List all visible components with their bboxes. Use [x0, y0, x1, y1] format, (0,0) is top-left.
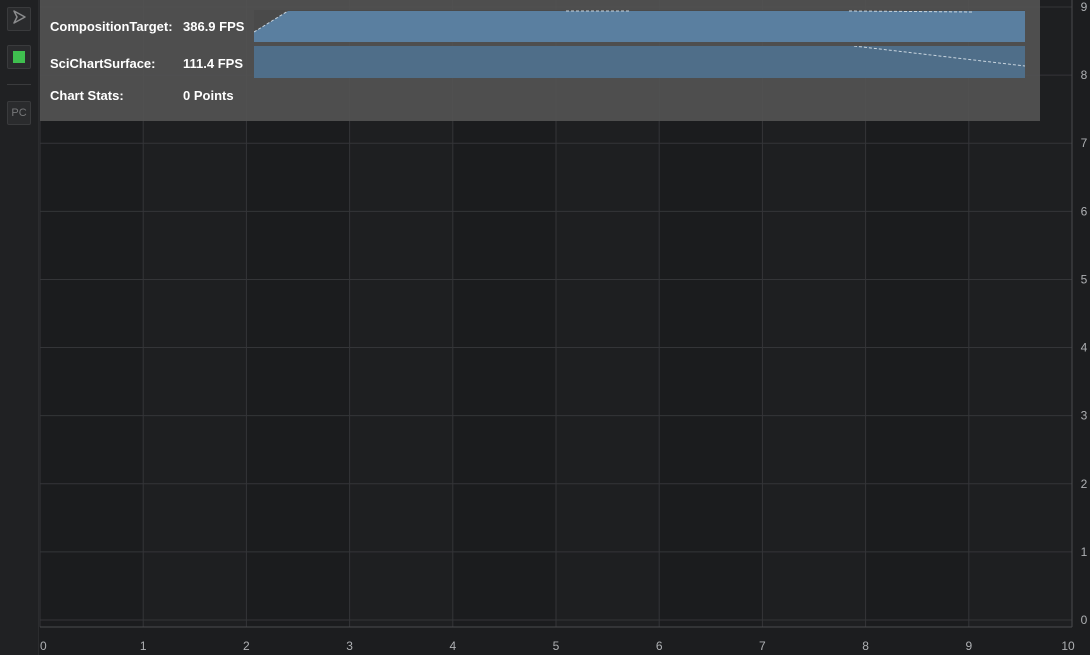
chart-stats-value: 0 Points [183, 88, 234, 103]
y-tick-label: 5 [1081, 272, 1088, 286]
x-tick-label: 7 [759, 639, 766, 653]
stop-icon [13, 51, 25, 63]
x-tick-label: 8 [862, 639, 869, 653]
y-tick-label: 9 [1081, 0, 1088, 14]
y-tick-label: 6 [1081, 204, 1088, 218]
composition-target-value: 386.9 FPS [183, 19, 245, 34]
pc-label: PC [11, 107, 27, 119]
y-tick-label: 7 [1081, 136, 1088, 150]
x-tick-label: 6 [656, 639, 663, 653]
x-tick-label: 9 [965, 639, 972, 653]
play-icon [11, 9, 27, 30]
y-tick-label: 3 [1081, 409, 1088, 423]
stop-button[interactable] [7, 45, 31, 69]
x-tick-label: 5 [553, 639, 560, 653]
scichart-surface-label: SciChartSurface: [50, 56, 156, 71]
y-tick-label: 8 [1081, 68, 1088, 82]
fps-stats-panel: CompositionTarget: 386.9 FPS SciChartSur… [40, 0, 1040, 121]
x-tick-label: 2 [243, 639, 250, 653]
y-tick-label: 1 [1081, 545, 1088, 559]
toolbar-divider [7, 84, 31, 85]
pc-button[interactable]: PC [7, 101, 31, 125]
surface-fps-sparkline [254, 46, 1025, 78]
play-button[interactable] [7, 7, 31, 31]
x-tick-label: 10 [1061, 639, 1075, 653]
y-tick-label: 0 [1081, 613, 1088, 627]
composition-fps-sparkline [254, 10, 1025, 42]
scichart-surface-value: 111.4 FPS [183, 56, 243, 71]
x-tick-label: 1 [140, 639, 147, 653]
scichart-app: 0 1 2 3 4 5 6 7 8 9 10 0 1 2 3 4 5 6 7 8 9 PC CompositionTar… [0, 0, 1090, 655]
y-tick-label: 4 [1081, 341, 1088, 355]
left-toolbar: PC [0, 0, 39, 655]
composition-target-label: CompositionTarget: [50, 19, 173, 34]
chart-stats-label: Chart Stats: [50, 88, 124, 103]
x-tick-label: 0 [40, 639, 47, 653]
y-tick-label: 2 [1081, 477, 1088, 491]
x-tick-label: 4 [449, 639, 456, 653]
x-tick-label: 3 [346, 639, 353, 653]
